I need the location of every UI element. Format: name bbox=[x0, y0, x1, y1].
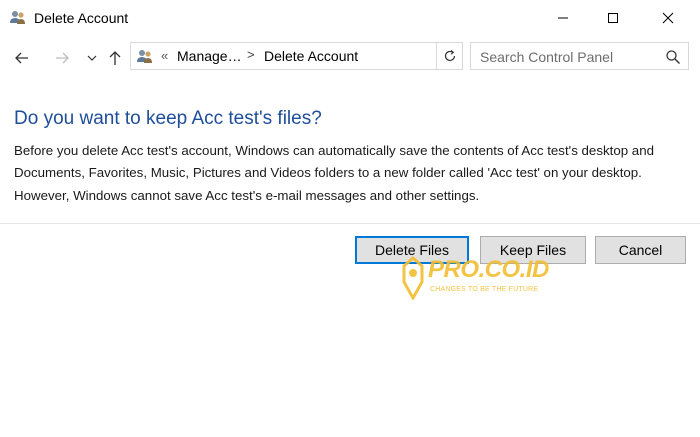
search-placeholder: Search Control Panel bbox=[480, 49, 614, 65]
maximize-icon bbox=[608, 13, 618, 23]
close-button[interactable] bbox=[645, 0, 691, 36]
watermark-logo-icon bbox=[402, 256, 424, 300]
recent-locations-icon bbox=[87, 55, 97, 61]
minimize-button[interactable] bbox=[540, 0, 586, 36]
forward-button[interactable] bbox=[50, 46, 74, 70]
window-title: Delete Account bbox=[34, 10, 129, 26]
close-icon bbox=[662, 12, 674, 24]
breadcrumb-segment-delete-account[interactable]: Delete Account bbox=[264, 48, 358, 64]
forward-arrow-icon bbox=[56, 52, 69, 64]
description-text: Before you delete Acc test's account, Wi… bbox=[14, 143, 654, 203]
refresh-button[interactable] bbox=[436, 43, 463, 69]
breadcrumb[interactable]: « Manage… > Delete Account bbox=[130, 42, 463, 70]
breadcrumb-overflow[interactable]: « bbox=[161, 48, 168, 63]
cancel-button[interactable]: Cancel bbox=[595, 236, 686, 264]
users-icon bbox=[9, 9, 27, 27]
users-icon bbox=[136, 48, 154, 66]
breadcrumb-segment-manage[interactable]: Manage… bbox=[177, 48, 242, 64]
title-bar: Delete Account bbox=[0, 0, 700, 36]
back-arrow-icon bbox=[15, 52, 28, 64]
search-input[interactable]: Search Control Panel bbox=[470, 42, 689, 70]
refresh-icon bbox=[444, 50, 456, 62]
back-button[interactable] bbox=[10, 46, 34, 70]
watermark-title: PRO.CO.ID bbox=[428, 256, 549, 283]
divider bbox=[0, 223, 700, 224]
up-button[interactable] bbox=[103, 46, 127, 70]
up-arrow-icon bbox=[109, 51, 121, 65]
page-heading: Do you want to keep Acc test's files? bbox=[14, 108, 322, 129]
breadcrumb-separator[interactable]: > bbox=[247, 47, 255, 62]
maximize-button[interactable] bbox=[590, 0, 636, 36]
minimize-icon bbox=[558, 17, 568, 19]
watermark: PRO.CO.ID CHANGES TO BE THE FUTURE bbox=[400, 256, 550, 302]
watermark-tagline: CHANGES TO BE THE FUTURE bbox=[430, 286, 539, 293]
search-icon[interactable] bbox=[665, 49, 681, 65]
recent-locations-button[interactable] bbox=[80, 46, 104, 70]
